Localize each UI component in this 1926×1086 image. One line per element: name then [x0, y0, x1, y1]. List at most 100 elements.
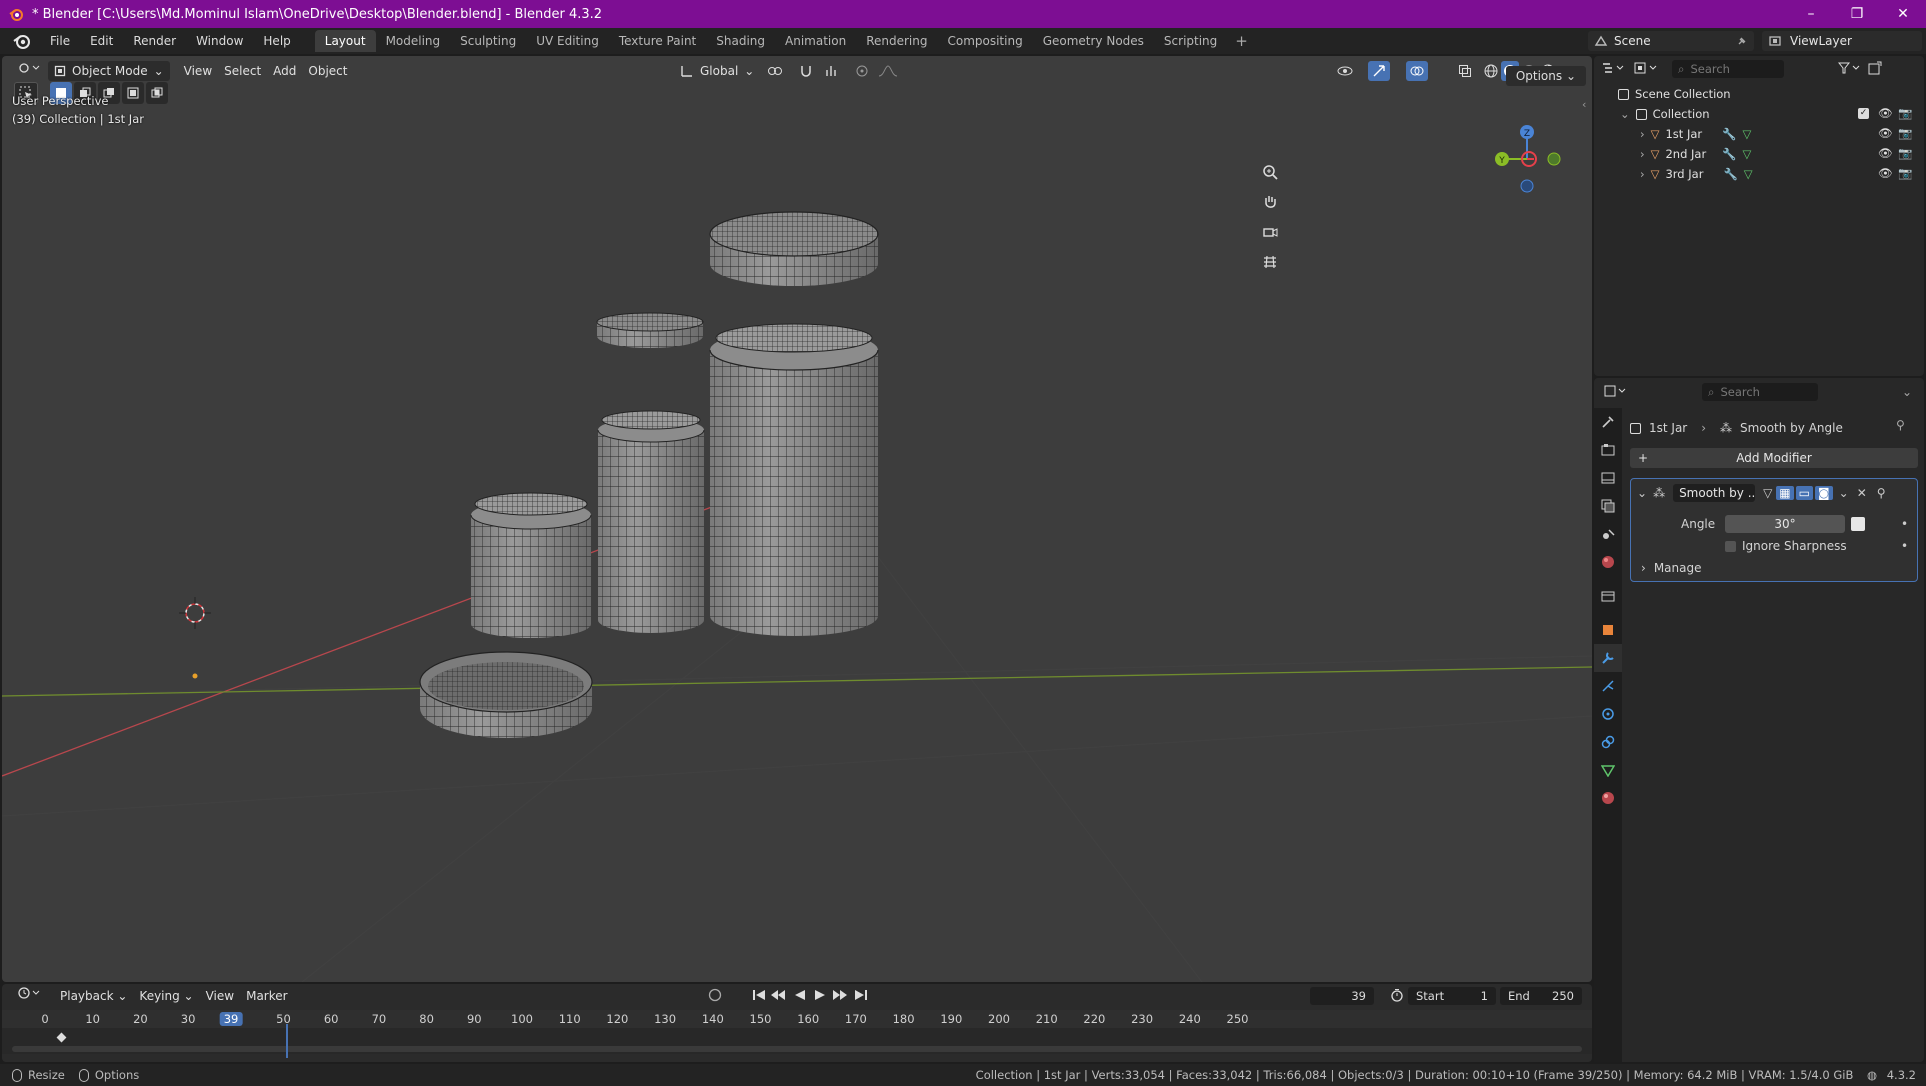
jar-body-small[interactable] — [470, 492, 592, 638]
menu-window[interactable]: Window — [186, 28, 253, 54]
eye-icon[interactable]: 👁 — [1878, 166, 1893, 180]
proportional-edit-icon[interactable] — [852, 61, 872, 81]
end-frame-field[interactable]: End 250 — [1500, 987, 1582, 1005]
restore-button[interactable]: ❐ — [1834, 0, 1880, 28]
minimize-button[interactable]: – — [1788, 0, 1834, 28]
scene-selector[interactable]: Scene — [1588, 31, 1754, 51]
modifier-name-field[interactable]: Smooth by ... — [1673, 484, 1756, 502]
scene-tab-icon[interactable] — [1594, 520, 1622, 548]
filter-icon[interactable] — [1837, 61, 1860, 78]
collapse-chevron-icon[interactable]: ⌄ — [1637, 486, 1647, 500]
timeline-scrollbar[interactable] — [12, 1046, 1582, 1052]
outliner-collection[interactable]: ⌄ Collection ✓ 👁 📷 — [1594, 104, 1924, 124]
modifier-wrench-icon[interactable]: 🔧 — [1722, 127, 1736, 141]
visibility-filter-icon[interactable] — [1332, 61, 1358, 81]
object-mode-dropdown[interactable]: Object Mode ⌄ — [48, 61, 170, 81]
node-socket-icon[interactable] — [1851, 517, 1865, 531]
menu-add[interactable]: Add — [267, 61, 302, 81]
3d-viewport[interactable]: Object Mode ⌄ View Select Add Object Glo… — [2, 56, 1592, 982]
modifier-tab-icon[interactable] — [1594, 644, 1622, 672]
outliner-object-1st-jar[interactable]: › ▽ 1st Jar 🔧 ▽ 👁 📷 — [1594, 124, 1924, 144]
world-tab-icon[interactable] — [1594, 548, 1622, 576]
chevron-right-icon[interactable]: › — [1640, 147, 1645, 161]
menu-help[interactable]: Help — [253, 28, 300, 54]
play-icon[interactable] — [814, 989, 826, 1004]
editor-type-button[interactable] — [12, 61, 42, 81]
jar-lid-large[interactable] — [709, 211, 879, 286]
object-tab-icon[interactable] — [1594, 616, 1622, 644]
menu-marker[interactable]: Marker — [240, 986, 293, 1006]
display-mode-icon[interactable] — [1634, 61, 1668, 78]
tab-uv-editing[interactable]: UV Editing — [526, 30, 609, 52]
timeline-editor[interactable]: Playback ⌄ Keying ⌄ View Marker 39 Start… — [2, 984, 1592, 1062]
jar-lid-medium[interactable] — [596, 312, 704, 348]
tab-geometry-nodes[interactable]: Geometry Nodes — [1033, 30, 1154, 52]
mesh-data-icon[interactable]: ▽ — [1744, 167, 1753, 181]
prev-keyframe-icon[interactable] — [770, 989, 786, 1004]
xray-toggle-icon[interactable] — [1454, 61, 1476, 81]
transform-orientation-dropdown[interactable]: Global ⌄ — [674, 61, 760, 81]
camera-icon[interactable]: 📷 — [1898, 166, 1912, 180]
record-icon[interactable] — [708, 988, 722, 1005]
eye-icon[interactable]: 👁 — [1878, 146, 1893, 160]
pin-icon[interactable]: ⚲ — [1896, 418, 1905, 432]
output-tab-icon[interactable] — [1594, 464, 1622, 492]
keyframe-diamond-icon[interactable] — [56, 1032, 67, 1043]
menu-render[interactable]: Render — [123, 28, 186, 54]
outliner-object-3rd-jar[interactable]: › ▽ 3rd Jar 🔧 ▽ 👁 📷 — [1594, 164, 1924, 184]
angle-input[interactable]: 30° — [1725, 515, 1845, 533]
jump-start-icon[interactable] — [752, 989, 766, 1004]
pan-hand-icon[interactable] — [1258, 190, 1282, 214]
close-button[interactable]: ✕ — [1880, 0, 1926, 28]
outliner-search-input[interactable]: ⌕ Search — [1672, 60, 1784, 78]
camera-icon[interactable]: 📷 — [1898, 106, 1912, 120]
add-modifier-button[interactable]: + Add Modifier — [1630, 448, 1918, 468]
tab-scripting[interactable]: Scripting — [1154, 30, 1227, 52]
stopwatch-icon[interactable] — [1390, 988, 1404, 1005]
start-frame-field[interactable]: Start 1 — [1408, 987, 1496, 1005]
geometry-nodes-icon[interactable]: ▽ — [1763, 486, 1772, 500]
outliner-scene-collection[interactable]: Scene Collection — [1594, 84, 1924, 104]
tab-animation[interactable]: Animation — [775, 30, 856, 52]
render-tab-icon[interactable] — [1594, 436, 1622, 464]
outliner-object-2nd-jar[interactable]: › ▽ 2nd Jar 🔧 ▽ 👁 📷 — [1594, 144, 1924, 164]
constraints-tab-icon[interactable] — [1594, 728, 1622, 756]
physics-tab-icon[interactable] — [1594, 700, 1622, 728]
tab-layout[interactable]: Layout — [314, 30, 376, 52]
collection-tab-icon[interactable] — [1594, 582, 1622, 610]
menu-keying[interactable]: Keying ⌄ — [133, 986, 199, 1006]
viewport-display-toggle-icon[interactable]: ▭ — [1795, 486, 1813, 500]
current-frame-field[interactable]: 39 — [1310, 987, 1374, 1005]
gizmo-toggle-icon[interactable] — [1368, 61, 1390, 81]
view-layer-selector[interactable]: ViewLayer — [1762, 31, 1922, 51]
outliner-editor-type-icon[interactable] — [1602, 61, 1634, 78]
zoom-icon[interactable] — [1258, 160, 1282, 184]
manage-subpanel[interactable]: › Manage — [1641, 561, 1701, 575]
viewport-options-button[interactable]: Options ⌄ — [1505, 66, 1586, 86]
menu-playback[interactable]: Playback ⌄ — [54, 986, 133, 1006]
modifier-wrench-icon[interactable]: 🔧 — [1722, 147, 1736, 161]
keyframe-track[interactable] — [2, 1028, 1592, 1054]
pin-icon[interactable] — [1736, 35, 1748, 47]
jar-body-large[interactable] — [709, 323, 879, 636]
modifier-wrench-icon[interactable]: 🔧 — [1723, 167, 1737, 181]
mesh-data-icon[interactable]: ▽ — [1743, 147, 1752, 161]
menu-object[interactable]: Object — [302, 61, 353, 81]
chevron-right-icon[interactable]: › — [1640, 127, 1645, 141]
tool-tab-icon[interactable] — [1594, 408, 1622, 436]
properties-editor[interactable]: ⌕ Search ⌄ 1st Jar › ⁂ Smooth by Angle ⚲… — [1594, 378, 1924, 1062]
3d-cursor-icon[interactable] — [179, 597, 211, 629]
outliner-editor[interactable]: ⌕ Search Scene Collection ⌄ Collection ✓… — [1594, 56, 1924, 376]
select-intersect-icon[interactable] — [146, 82, 168, 104]
falloff-icon[interactable] — [874, 61, 902, 81]
data-tab-icon[interactable] — [1594, 756, 1622, 784]
add-workspace-button[interactable]: + — [1227, 30, 1256, 52]
camera-icon[interactable]: 📷 — [1898, 146, 1912, 160]
playhead-line[interactable] — [286, 1024, 288, 1058]
chevron-right-icon[interactable]: › — [1640, 167, 1645, 181]
view-layer-tab-icon[interactable] — [1594, 492, 1622, 520]
pivot-point-icon[interactable] — [762, 61, 788, 81]
shading-wireframe-icon[interactable] — [1482, 61, 1500, 81]
particles-tab-icon[interactable] — [1594, 672, 1622, 700]
material-tab-icon[interactable] — [1594, 784, 1622, 812]
